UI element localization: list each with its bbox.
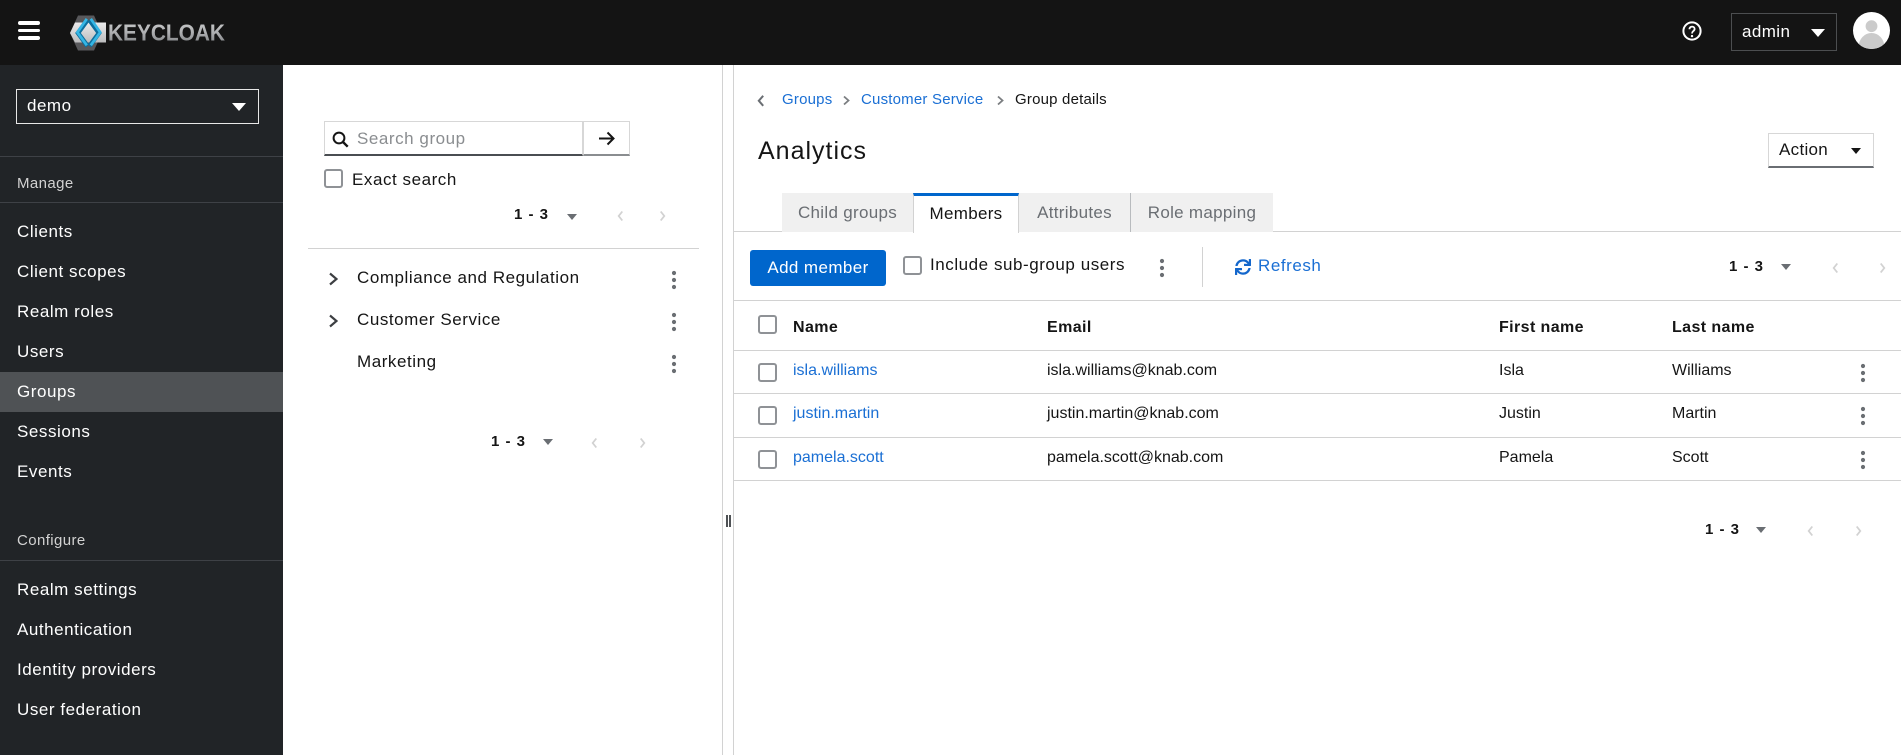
svg-text:KEYCLOAK: KEYCLOAK: [108, 20, 225, 46]
